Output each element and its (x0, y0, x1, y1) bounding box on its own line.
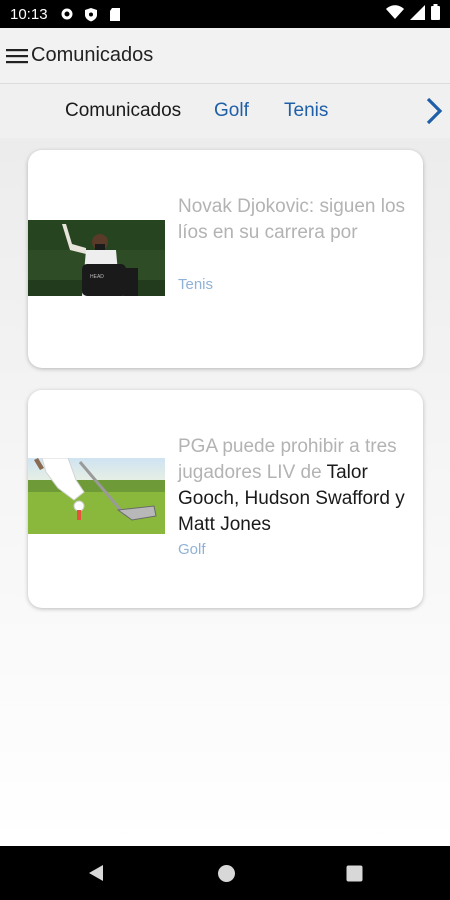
article-card[interactable]: HEAD Novak Djokovic: siguen los líos en … (28, 150, 423, 368)
page-title: Comunicados (31, 44, 154, 66)
hamburger-menu-icon[interactable] (3, 42, 31, 70)
svg-text:HEAD: HEAD (90, 274, 104, 280)
article-category[interactable]: Golf (178, 541, 206, 558)
tennis-player-photo: HEAD (28, 220, 165, 296)
signal-icon (410, 4, 425, 24)
settings-icon (58, 5, 76, 23)
tab-comunicados[interactable]: Comunicados (65, 100, 181, 122)
chevron-right-icon[interactable] (424, 96, 444, 126)
golf-club-ball-photo (28, 458, 165, 534)
system-nav-bar (0, 846, 450, 900)
home-icon[interactable] (216, 863, 236, 883)
sd-card-icon (106, 5, 124, 23)
article-list: HEAD Novak Djokovic: siguen los líos en … (0, 138, 450, 846)
article-headline: PGA puede prohibir a tres jugadores LIV … (178, 434, 414, 538)
article-headline: Novak Djokovic: siguen los líos en su ca… (178, 196, 406, 243)
status-bar: 10:13 (0, 0, 450, 28)
recents-icon[interactable] (344, 863, 364, 883)
status-icons-right (386, 4, 440, 24)
back-icon[interactable] (86, 863, 106, 883)
category-tabs: Comunicados Golf Tenis (0, 84, 450, 138)
status-time: 10:13 (10, 5, 48, 23)
wifi-icon (386, 4, 404, 24)
app-bar: Comunicados (0, 28, 450, 84)
tab-tenis[interactable]: Tenis (284, 100, 328, 122)
tab-golf[interactable]: Golf (214, 100, 249, 122)
article-category[interactable]: Tenis (178, 276, 213, 293)
article-card[interactable]: PGA puede prohibir a tres jugadores LIV … (28, 390, 423, 608)
battery-icon (431, 4, 440, 24)
shield-icon (82, 5, 100, 23)
